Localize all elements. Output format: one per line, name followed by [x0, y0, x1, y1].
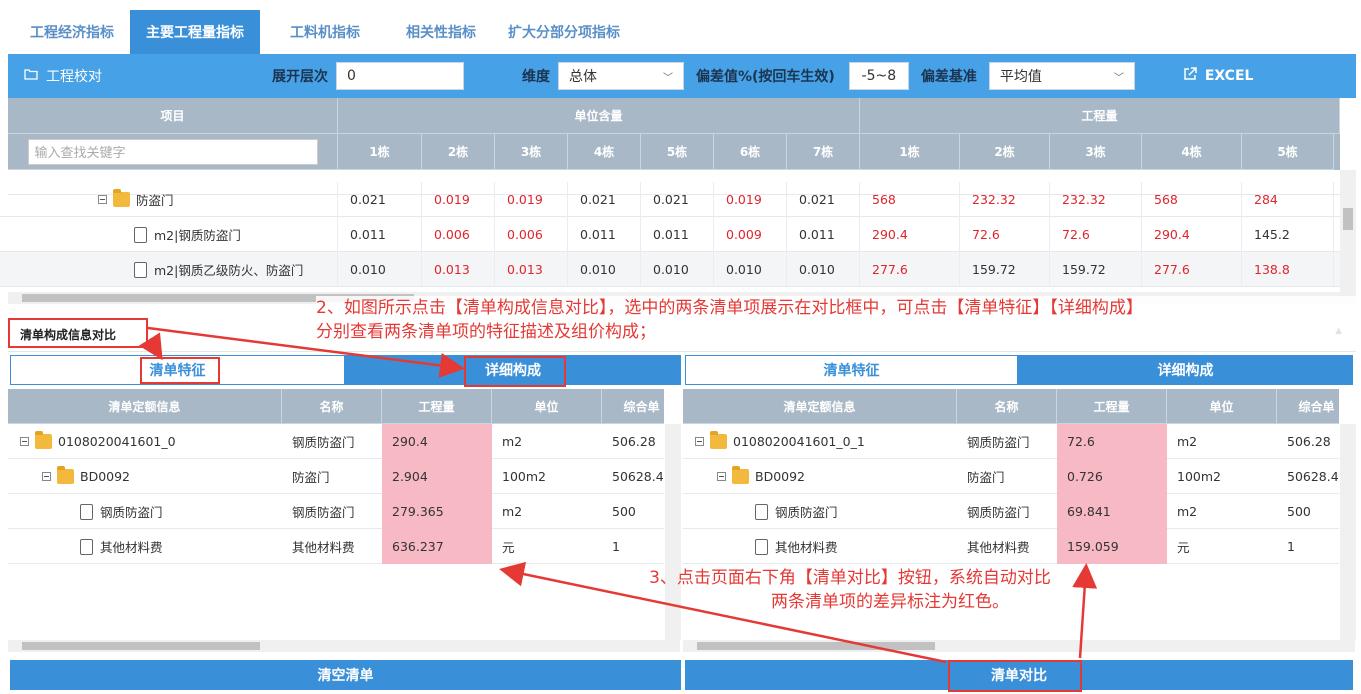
app-root: 工程经济指标 主要工程量指标 工料机指标 相关性指标 扩大分部分项指标 工程校对… [0, 0, 1361, 694]
annotation-arrows [138, 326, 1098, 664]
